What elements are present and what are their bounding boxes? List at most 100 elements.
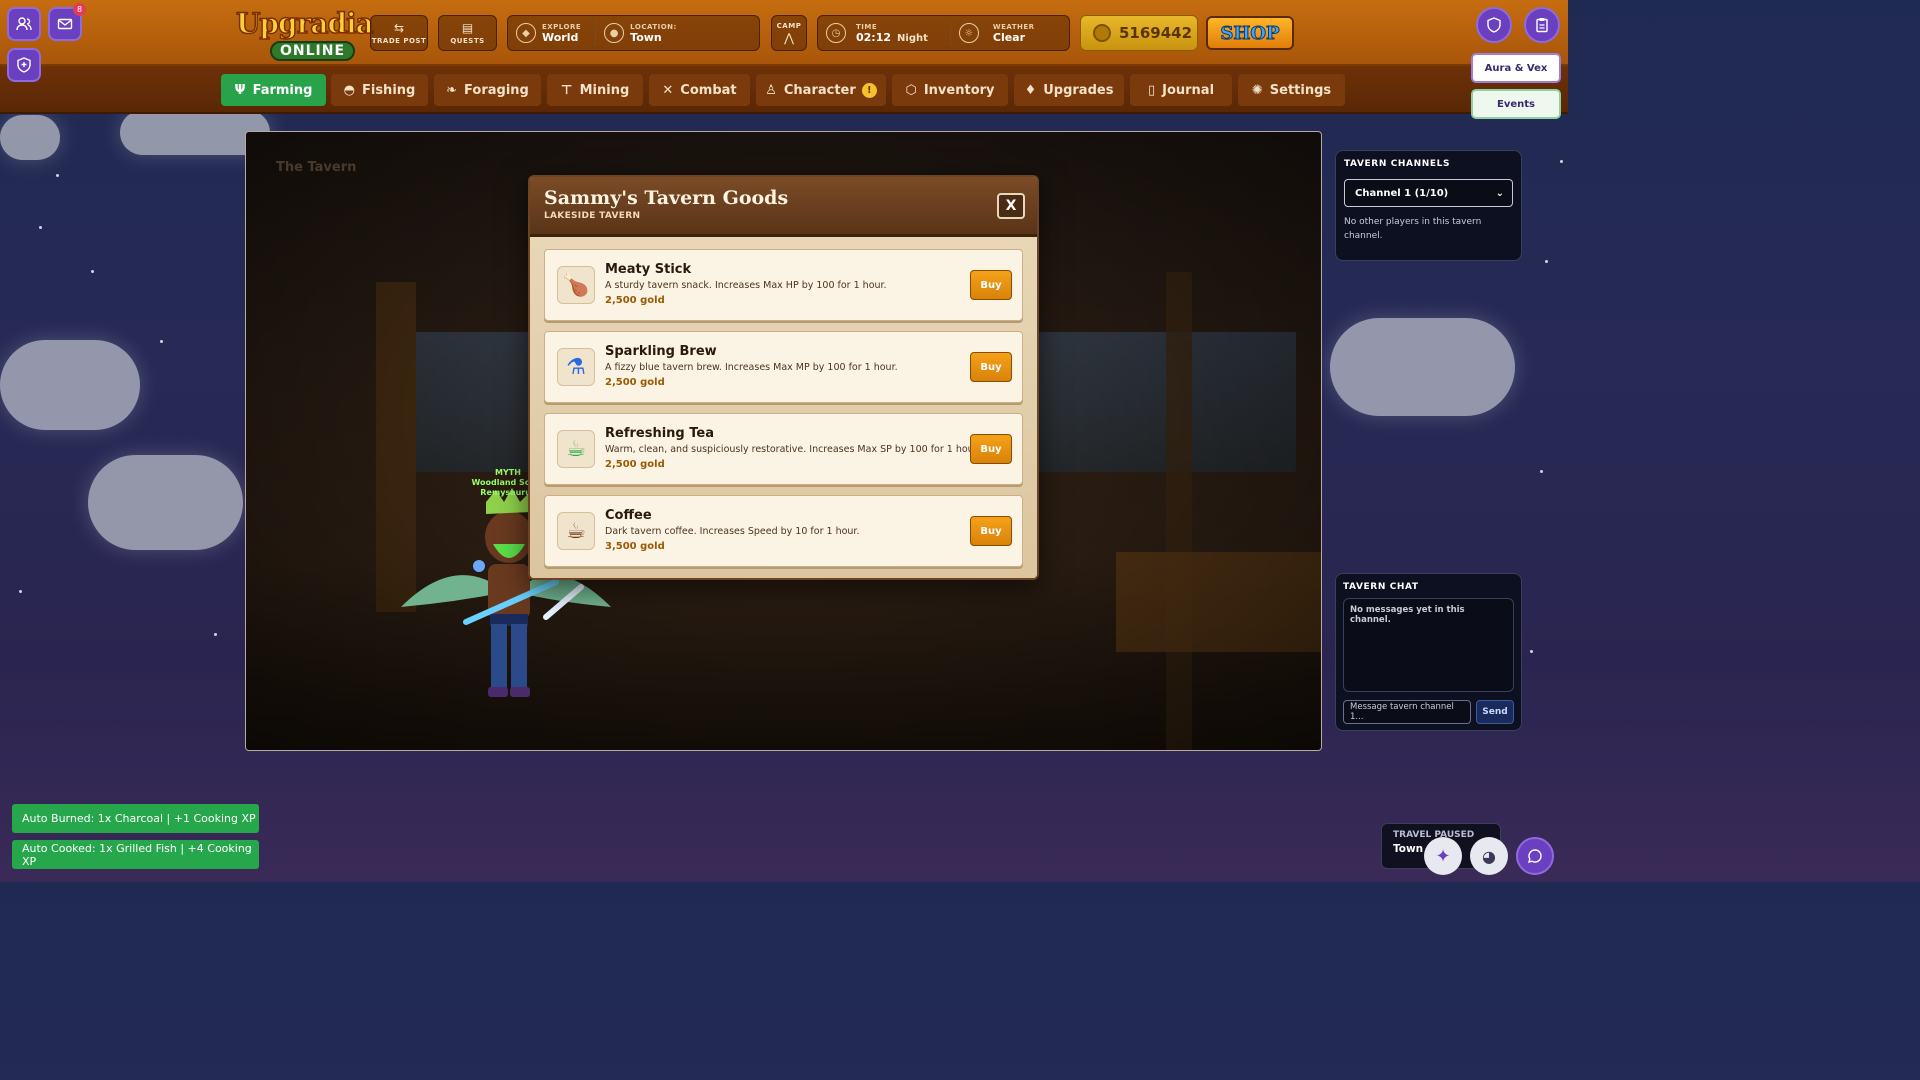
tab-label: Character [783, 82, 856, 98]
clipboard-icon [1536, 18, 1548, 33]
guild-button[interactable] [7, 48, 41, 82]
weather-label: WEATHER [992, 22, 1035, 31]
mail-badge: 8 [73, 3, 86, 16]
close-button[interactable]: X [997, 193, 1025, 219]
events-button[interactable]: Events [1471, 89, 1561, 119]
modal-header: Sammy's Tavern Goods LAKESIDE TAVERN X [530, 177, 1037, 237]
buy-button[interactable]: Buy [970, 270, 1012, 300]
swap-arrows-icon: ⇆ [393, 20, 405, 35]
channel-select[interactable]: Channel 1 (1/10) ⌄ [1344, 179, 1513, 207]
channels-empty-text: No other players in this tavern channel. [1344, 217, 1482, 241]
tavern-chat-panel: TAVERN CHAT No messages yet in this chan… [1335, 573, 1522, 731]
star [160, 340, 163, 343]
shop-item: ☕ Coffee Dark tavern coffee. Increases S… [544, 495, 1023, 567]
item-price: 2,500 gold [605, 295, 665, 306]
mail-button[interactable]: 8 [48, 3, 86, 41]
tab-mining[interactable]: ⊤ Mining [547, 74, 643, 106]
item-description: Warm, clean, and suspiciously restorativ… [605, 444, 980, 455]
coffee-icon: ☕ [557, 512, 595, 550]
modal-subtitle: LAKESIDE TAVERN [544, 211, 641, 221]
weather-value: Clear [992, 30, 1026, 44]
location-value: Town [630, 30, 662, 44]
tab-inventory[interactable]: ⬡ Inventory [892, 74, 1008, 106]
sprout-icon: Ψ [234, 82, 246, 98]
teacup-icon: ☕ [557, 430, 595, 468]
shop-item-list: 🍗 Meaty Stick A sturdy tavern snack. Inc… [530, 237, 1037, 578]
shield-button[interactable] [1476, 7, 1512, 43]
cloud [0, 340, 140, 430]
gem-icon: ♦ [1024, 82, 1037, 98]
alert-badge: ! [861, 82, 877, 98]
clipboard-button[interactable] [1524, 7, 1560, 43]
star [19, 590, 22, 593]
explore-label: EXPLORE [542, 22, 582, 31]
gold-amount: 5169442 [1119, 24, 1193, 42]
camp-button[interactable]: CAMP ⋀ [771, 15, 807, 51]
modal-title: Sammy's Tavern Goods [544, 187, 789, 209]
explore-value: World [542, 30, 579, 44]
item-name: Coffee [605, 508, 652, 523]
item-description: Dark tavern coffee. Increases Speed by 1… [605, 526, 860, 537]
tab-upgrades[interactable]: ♦ Upgrades [1014, 74, 1124, 106]
trade-post-button[interactable]: ⇆ TRADE POST [370, 15, 428, 51]
divider [595, 20, 597, 46]
cloud [88, 455, 243, 550]
fish-icon: ◓ [343, 82, 355, 98]
gold-counter: 5169442 [1080, 15, 1198, 51]
clock-icon: ◷ [826, 23, 846, 43]
clipboard-icon: ▤ [461, 20, 474, 35]
item-description: A sturdy tavern snack. Increases Max HP … [605, 280, 887, 291]
star [91, 270, 94, 273]
chat-button[interactable] [1516, 837, 1554, 875]
tab-settings[interactable]: ✺ Settings [1238, 74, 1345, 106]
shop-item: ☕ Refreshing Tea Warm, clean, and suspic… [544, 413, 1023, 485]
leaf-icon: ❧ [446, 82, 458, 98]
item-name: Refreshing Tea [605, 426, 714, 441]
chat-input[interactable]: Message tavern channel 1... [1343, 700, 1471, 724]
channel-selected: Channel 1 (1/10) [1355, 187, 1449, 199]
swords-icon: ✕ [662, 82, 674, 98]
tab-journal[interactable]: ▯ Journal [1130, 74, 1232, 106]
buy-button[interactable]: Buy [970, 352, 1012, 382]
tab-label: Settings [1269, 82, 1332, 98]
item-price: 2,500 gold [605, 459, 665, 470]
quests-button[interactable]: ▤ QUESTS [438, 15, 497, 51]
tab-foraging[interactable]: ❧ Foraging [434, 74, 541, 106]
buy-button[interactable]: Buy [970, 516, 1012, 546]
pet-icon: ◕ [1482, 846, 1496, 866]
time-info: TIME 02:12 Night [856, 23, 928, 44]
item-name: Meaty Stick [605, 262, 692, 277]
pet-button[interactable]: ◕ [1470, 837, 1508, 875]
toast-notification: Auto Cooked: 1x Grilled Fish | +4 Cookin… [12, 840, 259, 869]
explore-location-box[interactable]: ◆ EXPLORE World ● LOCATION: Town [507, 15, 760, 51]
tab-farming[interactable]: Ψ Farming [221, 74, 326, 106]
tab-label: Combat [680, 82, 737, 98]
cloud [1330, 318, 1515, 416]
time-value: 02:12 Night [856, 31, 928, 44]
location-pin-icon: ● [604, 23, 625, 43]
person-icon: ♙ [765, 82, 777, 98]
drumstick-icon: 🍗 [557, 266, 595, 304]
sparkle-button[interactable]: ✦ [1424, 837, 1462, 875]
aura-vex-button[interactable]: Aura & Vex [1471, 53, 1561, 83]
send-button[interactable]: Send [1476, 700, 1514, 724]
tavern-channels-panel: TAVERN CHANNELS Channel 1 (1/10) ⌄ No ot… [1335, 150, 1522, 261]
star [56, 174, 59, 177]
tab-fishing[interactable]: ◓ Fishing [331, 74, 428, 106]
tab-character[interactable]: ♙ Character! [756, 74, 886, 106]
shop-item: 🍗 Meaty Stick A sturdy tavern snack. Inc… [544, 249, 1023, 321]
box-icon: ⬡ [905, 82, 917, 98]
item-price: 3,500 gold [605, 541, 665, 552]
chat-bubble-icon [1528, 849, 1542, 863]
time-label: TIME [856, 22, 878, 31]
tab-combat[interactable]: ✕ Combat [649, 74, 750, 106]
tab-label: Mining [579, 82, 630, 98]
tab-label: Inventory [923, 82, 995, 98]
friends-button[interactable] [7, 7, 41, 41]
buy-button[interactable]: Buy [970, 434, 1012, 464]
tab-label: Farming [252, 82, 313, 98]
time-weather-box: ◷ TIME 02:12 Night ☼ WEATHER Clear [817, 15, 1070, 51]
shop-button[interactable]: SHOP [1206, 16, 1294, 50]
star [1560, 160, 1563, 163]
sun-icon: ☼ [958, 23, 979, 43]
